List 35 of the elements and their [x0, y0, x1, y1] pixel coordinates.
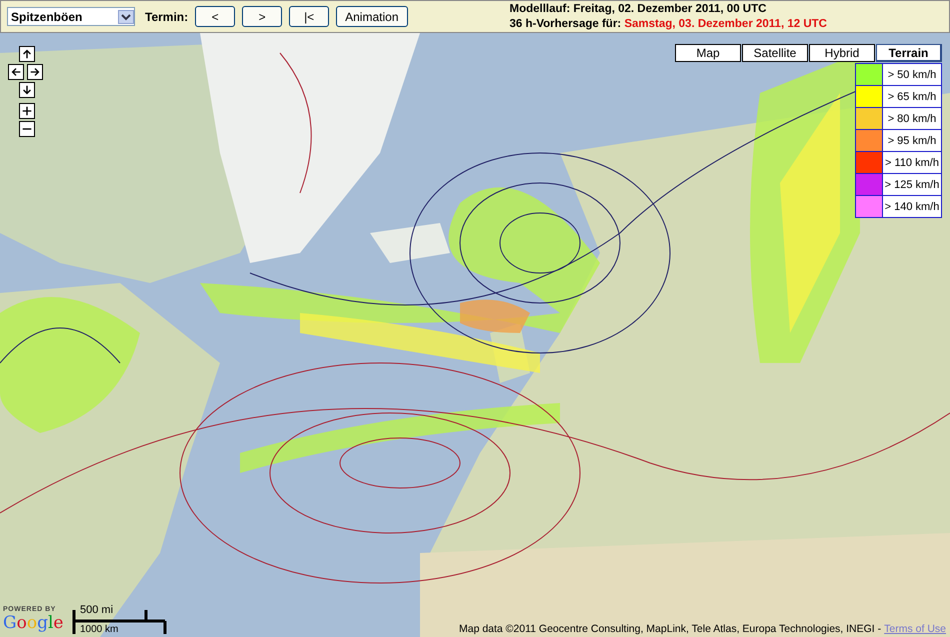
- map-pan-zoom-button[interactable]: [27, 64, 43, 80]
- legend-label: > 80 km/h: [886, 112, 938, 126]
- map-pan-zoom-button[interactable]: [19, 121, 35, 137]
- model-run-text: Modelllauf: Freitag, 02. Dezember 2011, 00 UTC: [510, 2, 768, 16]
- scale-label: 500 mi: [80, 604, 114, 616]
- nav-button[interactable]: <: [195, 6, 236, 27]
- map-type-tab[interactable]: Map: [675, 44, 741, 62]
- legend-label: > 95 km/h: [886, 134, 938, 148]
- map-type-tab[interactable]: Hybrid: [809, 44, 875, 62]
- map-pan-zoom-button[interactable]: [19, 46, 35, 62]
- nav-button[interactable]: >: [242, 6, 282, 27]
- caret-icon: [118, 10, 134, 24]
- plus-icon: [21, 105, 33, 117]
- legend-label: > 65 km/h: [886, 90, 938, 104]
- arrow-icon: [21, 48, 33, 60]
- legend-label: > 140 km/h: [884, 200, 940, 214]
- arrow-icon: [29, 66, 41, 78]
- legend-label: > 125 km/h: [884, 178, 940, 192]
- forecast-text: 36 h-Vorhersage für: Samstag, 03. Dezember 2011, 12 UTC: [510, 16, 827, 32]
- arrow-icon: [10, 66, 22, 78]
- product-dropdown[interactable]: Spitzenböen: [7, 7, 135, 26]
- scale-label: 1000 km: [80, 624, 118, 635]
- map-pan-zoom-button[interactable]: [8, 64, 24, 80]
- nav-button[interactable]: |<: [289, 6, 330, 27]
- nav-button[interactable]: Animation: [336, 6, 408, 27]
- map-pan-zoom-button[interactable]: [19, 82, 35, 98]
- arrow-icon: [21, 84, 33, 96]
- map-type-tab[interactable]: Satellite: [742, 44, 808, 62]
- map-pan-zoom-button[interactable]: [19, 103, 35, 119]
- attribution-text: Map data ©2011 Geocentre Consulting, MapLink, Tele Atlas, Europa Technologies, INEGI -: [458, 623, 882, 635]
- logo-text: Google: [3, 613, 64, 633]
- legend-label: > 50 km/h: [886, 68, 938, 82]
- map-type-tab[interactable]: Terrain: [876, 44, 942, 62]
- termin-label: Termin:: [145, 10, 188, 24]
- legend-label: > 110 km/h: [884, 156, 940, 170]
